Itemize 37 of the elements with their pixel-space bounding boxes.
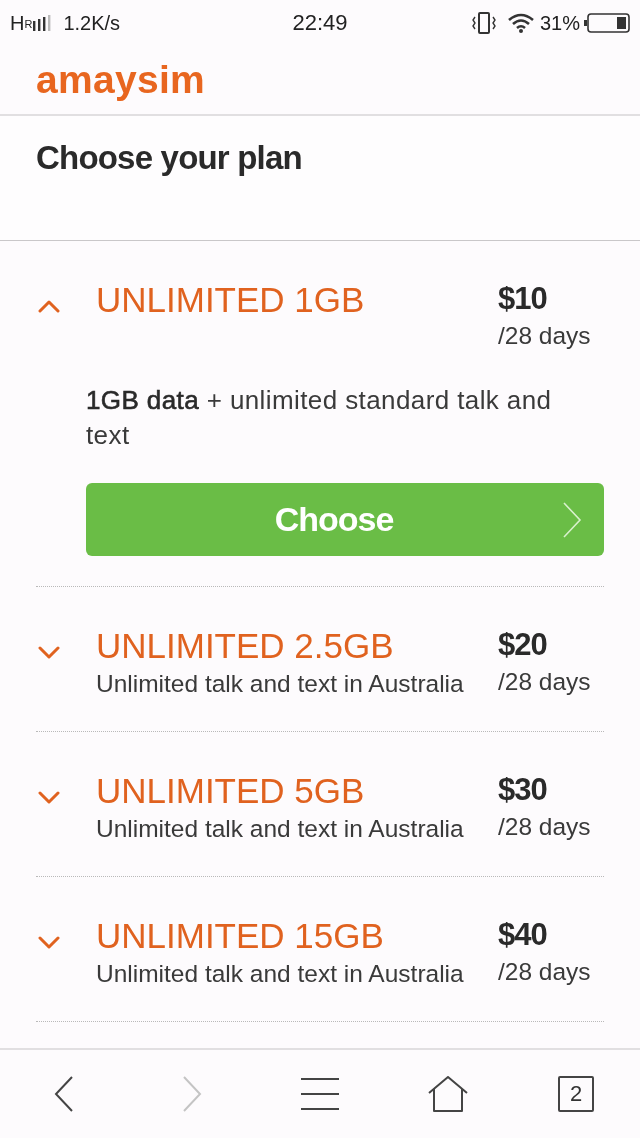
network-speed: 1.2K/s xyxy=(63,10,121,36)
chevron-down-icon[interactable] xyxy=(38,935,60,950)
clock-time: 22:49 xyxy=(292,9,348,37)
back-button[interactable] xyxy=(54,1076,74,1112)
vibrate-icon xyxy=(471,11,496,34)
plan-price: $20 xyxy=(498,626,548,664)
price-period: /28 days xyxy=(498,812,592,842)
menu-icon[interactable] xyxy=(301,1078,339,1110)
battery-percent: 31% xyxy=(539,10,580,36)
brand-logo[interactable]: amaysim xyxy=(36,60,206,99)
choose-button[interactable]: Choose xyxy=(86,483,604,556)
plan-name[interactable]: UNLIMITED 15GB xyxy=(96,915,488,957)
roaming-indicator: R xyxy=(24,16,33,32)
wifi-icon xyxy=(507,12,534,33)
battery-icon xyxy=(584,12,630,33)
plan-name[interactable]: UNLIMITED 5GB xyxy=(96,770,488,812)
chevron-up-icon[interactable] xyxy=(38,299,60,314)
plan-price: $30 xyxy=(498,771,548,809)
price-period: /28 days xyxy=(498,957,592,987)
plan-subtitle: Unlimited talk and text in Australia xyxy=(96,814,465,844)
network-type: H xyxy=(10,10,25,36)
plan-description: 1GB data + unlimited standard talk and text xyxy=(86,384,553,452)
tabs-button[interactable]: 2 xyxy=(558,1076,594,1112)
chevron-down-icon[interactable] xyxy=(38,645,60,660)
chevron-down-icon[interactable] xyxy=(38,790,60,805)
signal-icon xyxy=(33,14,52,31)
price-period: /28 days xyxy=(498,667,592,697)
home-icon[interactable] xyxy=(428,1076,468,1112)
plan-price: $40 xyxy=(498,916,548,954)
price-period: /28 days xyxy=(498,321,592,351)
page-title: Choose your plan xyxy=(36,138,303,178)
plan-subtitle: Unlimited talk and text in Australia xyxy=(96,669,465,699)
chevron-right-icon xyxy=(562,501,582,538)
plan-price: $10 xyxy=(498,280,548,318)
plan-name[interactable]: UNLIMITED 2.5GB xyxy=(96,625,488,667)
plan-subtitle: Unlimited talk and text in Australia xyxy=(96,959,465,989)
plan-name[interactable]: UNLIMITED 1GB xyxy=(96,279,488,321)
